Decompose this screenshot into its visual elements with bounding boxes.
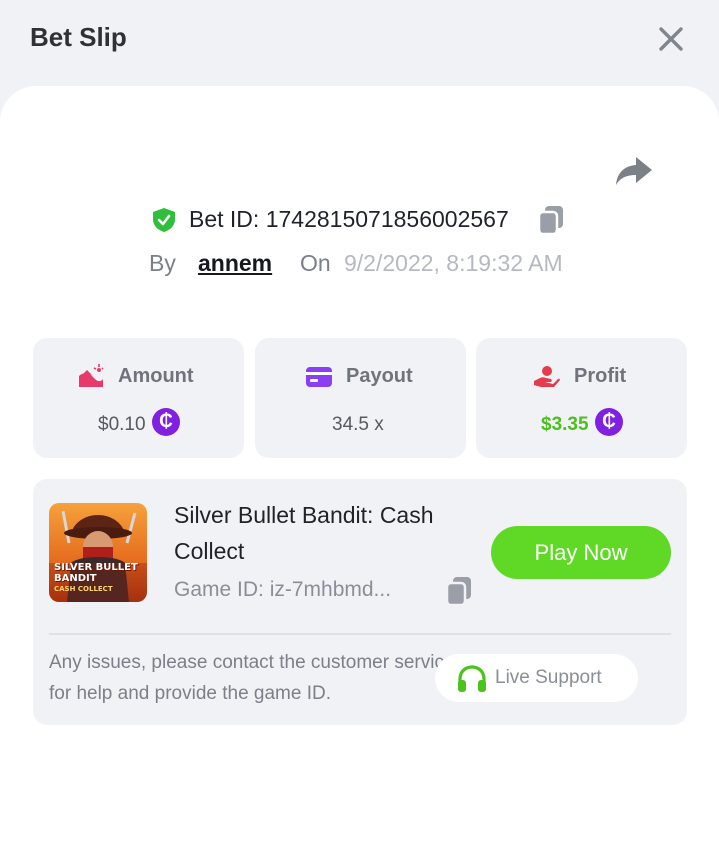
live-support-button[interactable]: Live Support xyxy=(435,654,638,702)
amount-label: Amount xyxy=(118,365,194,387)
on-label: On xyxy=(300,250,331,276)
username-link[interactable]: annem xyxy=(198,250,272,277)
payout-label: Payout xyxy=(346,365,413,387)
payout-card: Payout 34.5 x xyxy=(255,338,466,458)
header: Bet Slip xyxy=(0,0,719,86)
headset-icon xyxy=(458,665,486,692)
divider xyxy=(49,633,671,635)
bet-meta-row: By annem On 9/2/2022, 8:19:32 AM xyxy=(0,248,719,280)
bet-datetime: 9/2/2022, 8:19:32 AM xyxy=(344,250,563,276)
amount-icon xyxy=(79,364,104,387)
profit-value: $3.35 xyxy=(541,414,589,435)
game-title: Silver Bullet Bandit: Cash Collect xyxy=(174,502,434,564)
support-notice: Any issues, please contact the customer … xyxy=(49,652,455,704)
card-icon xyxy=(306,367,332,387)
by-label: By xyxy=(149,250,176,276)
game-thumbnail[interactable]: SILVER BULLET BANDIT CASH COLLECT xyxy=(49,503,147,602)
bet-slip-sheet: Bet ID: 1742815071856002567 By annem On … xyxy=(0,86,719,850)
thumb-title-line-3: CASH COLLECT xyxy=(54,585,113,593)
hand-coin-icon xyxy=(534,366,560,387)
payout-value: 34.5 x xyxy=(332,414,384,435)
play-now-button[interactable]: Play Now xyxy=(491,526,671,579)
page-title: Bet Slip xyxy=(30,22,127,52)
shield-check-icon xyxy=(153,208,175,232)
profit-label: Profit xyxy=(574,365,627,387)
copy-icon[interactable] xyxy=(445,576,473,606)
coin-icon: ₵ xyxy=(152,408,180,436)
profit-card: Profit $3.35 ₵ xyxy=(476,338,687,458)
close-icon[interactable] xyxy=(654,22,688,56)
amount-value: $0.10 xyxy=(98,414,146,435)
thumb-title-line-2: BANDIT xyxy=(54,573,97,584)
coin-icon: ₵ xyxy=(595,408,623,436)
amount-card: Amount $0.10 ₵ xyxy=(33,338,244,458)
game-id: Game ID: iz-7mhbmd... xyxy=(174,578,392,601)
bet-id-row: Bet ID: 1742815071856002567 xyxy=(0,204,719,236)
live-support-label: Live Support xyxy=(495,667,602,688)
thumb-title-line-1: SILVER BULLET xyxy=(54,562,138,573)
copy-icon[interactable] xyxy=(537,205,565,235)
share-icon[interactable] xyxy=(614,154,654,188)
bet-id: Bet ID: 1742815071856002567 xyxy=(189,206,509,232)
